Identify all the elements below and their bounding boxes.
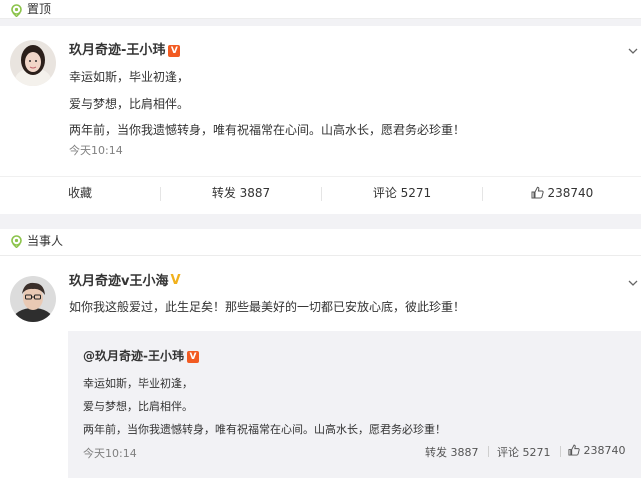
quoted-text-line: 两年前，当你我遗憾转身，唯有祝福常在心间。山高水长，愿君务必珍重！ xyxy=(83,423,446,436)
quoted-text-line: 幸运如斯，毕业初逢， xyxy=(83,377,193,390)
quoted-time[interactable]: 今天10:14 xyxy=(83,445,137,461)
repost-button[interactable]: 转发 3887 xyxy=(161,177,321,210)
divider xyxy=(560,446,561,457)
party-header: 当事人 xyxy=(0,229,641,256)
location-pin-icon xyxy=(11,235,22,248)
quoted-comment-count[interactable]: 评论 5271 xyxy=(497,444,551,460)
quoted-repost-count[interactable]: 转发 3887 xyxy=(425,444,479,460)
verified-badge-icon: V xyxy=(168,45,181,57)
quoted-post[interactable]: @玖月奇迹-王小玮 V 幸运如斯，毕业初逢， 爱与梦想，比肩相伴。 两年前，当你我… xyxy=(68,331,641,478)
verified-badge-icon: V xyxy=(186,351,199,363)
quoted-author[interactable]: @玖月奇迹-王小玮 V xyxy=(83,347,199,364)
quoted-like-count: 238740 xyxy=(583,444,626,457)
like-button[interactable]: 238740 xyxy=(483,177,641,210)
post-card: 玖月奇迹-王小玮 V 幸运如斯，毕业初逢， 爱与梦想，比肩相伴。 两年前，当你我遗… xyxy=(0,26,641,214)
location-pin-icon xyxy=(11,4,22,17)
verified-badge-icon: V xyxy=(170,273,181,288)
quoted-text-line: 爱与梦想，比肩相伴。 xyxy=(83,400,193,413)
post-text-line: 幸运如斯，毕业初逢， xyxy=(69,70,190,84)
like-count: 238740 xyxy=(547,186,594,200)
post-text-line: 爱与梦想，比肩相伴。 xyxy=(69,97,190,111)
post-text: 如你我这般爱过，此生足矣！那些最美好的一切都已安放心底，彼此珍重！ xyxy=(69,300,466,314)
chevron-down-icon[interactable] xyxy=(628,278,638,288)
party-label: 当事人 xyxy=(27,234,64,248)
comment-button[interactable]: 评论 5271 xyxy=(322,177,482,210)
pinned-label: 置顶 xyxy=(27,2,52,16)
post-time[interactable]: 今天10:14 xyxy=(69,142,123,158)
author-name[interactable]: 玖月奇迹-王小玮 V xyxy=(69,42,181,60)
chevron-down-icon[interactable] xyxy=(628,46,638,56)
avatar[interactable] xyxy=(10,40,56,86)
author-name[interactable]: 玖月奇迹v王小海 V xyxy=(69,273,181,291)
divider xyxy=(488,446,489,457)
pinned-header: 置顶 xyxy=(0,0,641,19)
post-text-line: 两年前，当你我遗憾转身，唯有祝福常在心间。山高水长，愿君务必珍重！ xyxy=(69,123,466,137)
thumbs-up-icon xyxy=(568,444,580,456)
thumbs-up-icon xyxy=(531,186,544,199)
quoted-like-button[interactable]: 238740 xyxy=(568,444,626,457)
avatar[interactable] xyxy=(10,276,56,322)
action-bar: 收藏 转发 3887 评论 5271 238740 xyxy=(0,176,641,210)
favorite-button[interactable]: 收藏 xyxy=(0,177,160,210)
